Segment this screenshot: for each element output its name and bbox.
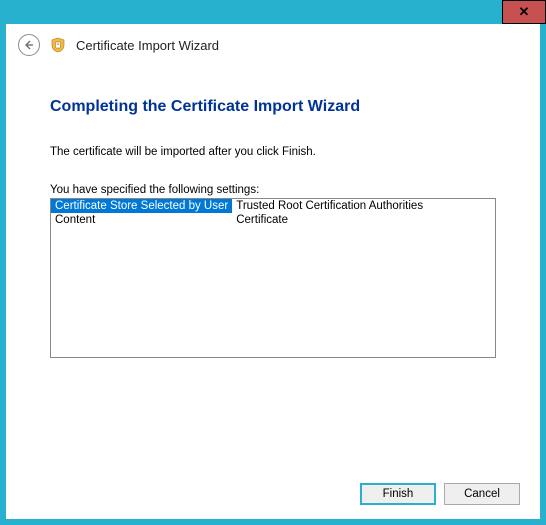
wizard-window: Certificate Import Wizard Completing the… [6,24,540,519]
wizard-content: Completing the Certificate Import Wizard… [6,70,540,471]
cancel-button[interactable]: Cancel [444,483,520,505]
window-titlebar: ✕ [0,0,546,24]
finish-button-label: Finish [383,488,414,500]
table-row[interactable]: Content Certificate [51,213,495,227]
settings-table: Certificate Store Selected by User Trust… [51,199,495,227]
setting-value: Trusted Root Certification Authorities [232,199,495,213]
settings-listbox[interactable]: Certificate Store Selected by User Trust… [50,198,496,358]
wizard-header: Certificate Import Wizard [6,24,540,70]
back-button[interactable] [18,34,40,56]
intro-text: The certificate will be imported after y… [50,146,496,158]
wizard-title: Certificate Import Wizard [76,38,219,53]
table-row[interactable]: Certificate Store Selected by User Trust… [51,199,495,213]
wizard-footer: Finish Cancel [6,471,540,519]
setting-value: Certificate [232,213,495,227]
page-heading: Completing the Certificate Import Wizard [50,98,496,116]
arrow-left-icon [23,39,35,51]
cancel-button-label: Cancel [464,488,500,500]
close-button[interactable]: ✕ [502,0,546,24]
setting-key: Content [51,213,232,227]
settings-label: You have specified the following setting… [50,184,496,196]
certificate-shield-icon [50,37,66,53]
close-icon: ✕ [519,4,530,20]
finish-button[interactable]: Finish [360,483,436,505]
setting-key: Certificate Store Selected by User [51,199,232,213]
